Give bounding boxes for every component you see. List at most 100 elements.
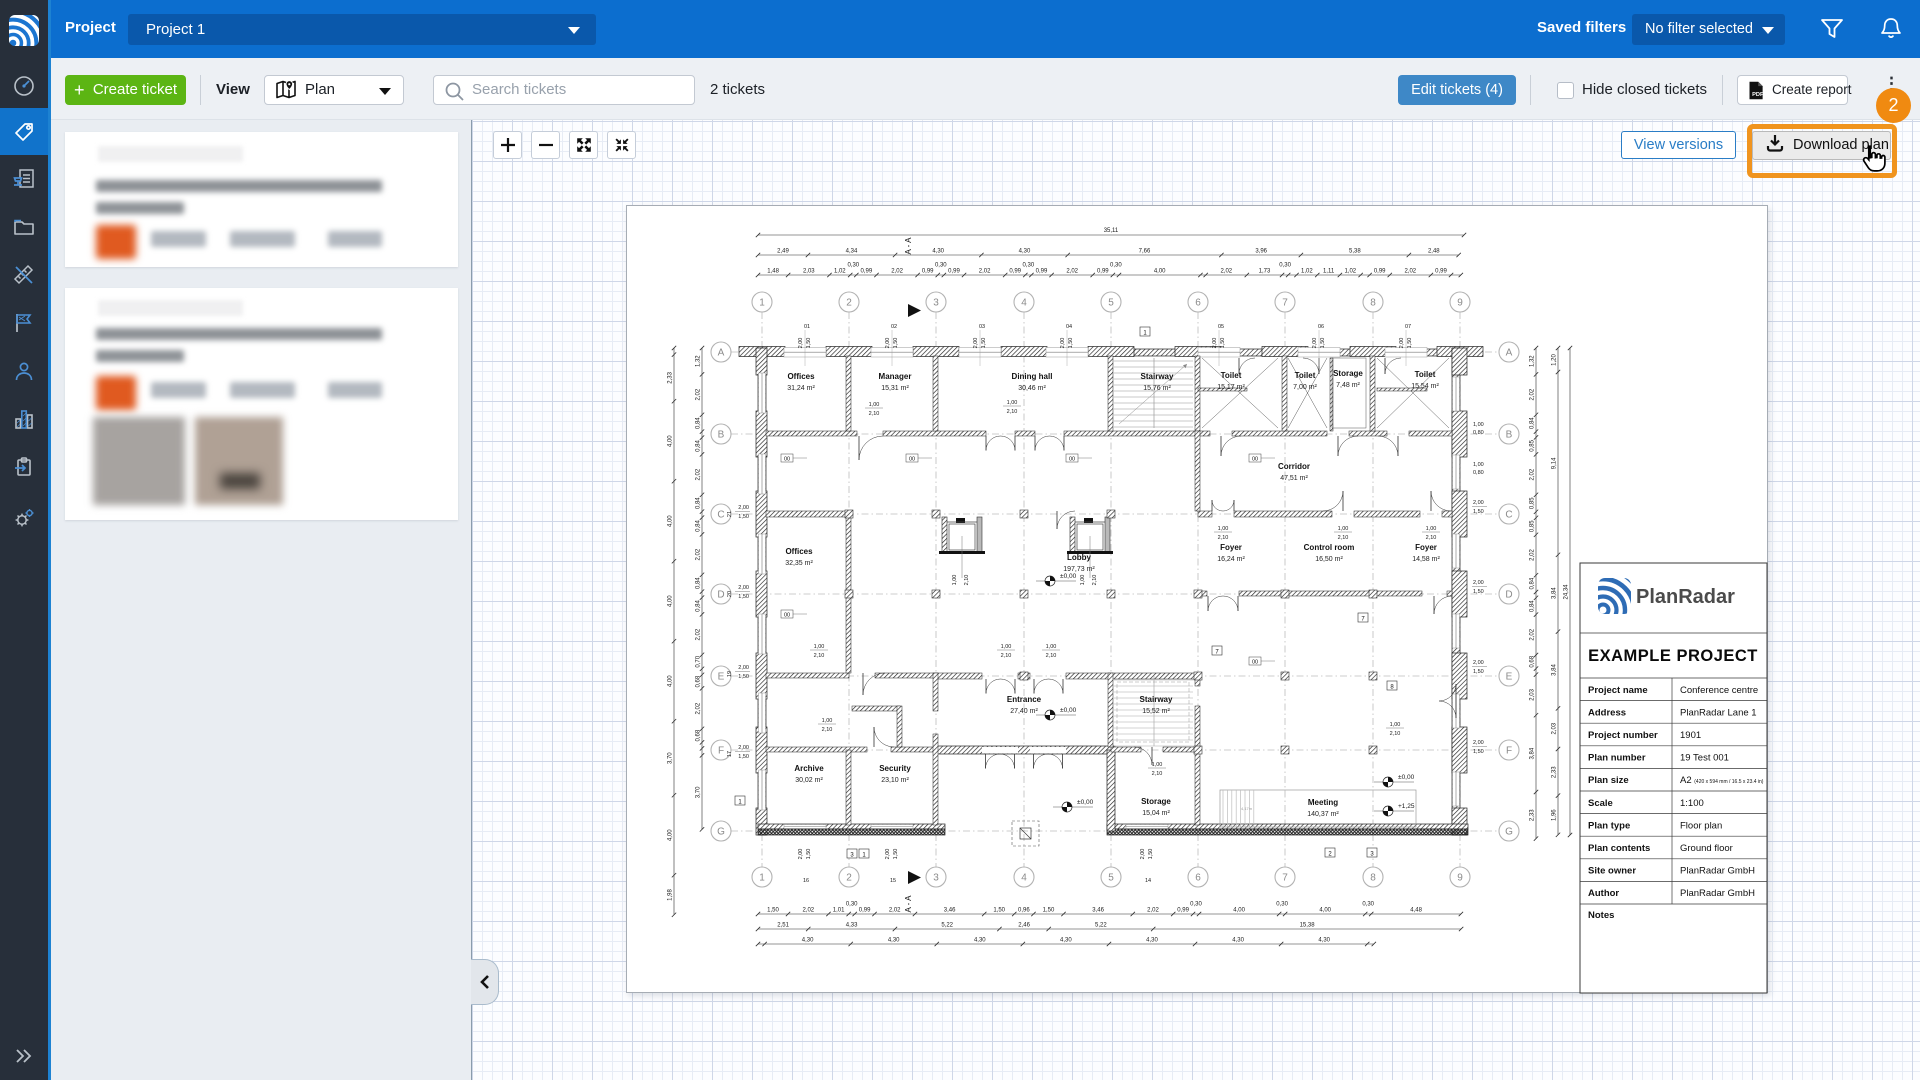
svg-text:5,22: 5,22: [1095, 923, 1107, 929]
svg-text:1,00: 1,00: [1080, 575, 1086, 586]
svg-text:1901: 1901: [1680, 730, 1701, 741]
svg-text:4,30: 4,30: [932, 249, 944, 255]
svg-text:5: 5: [1108, 297, 1114, 308]
svg-text:1,00: 1,00: [1046, 644, 1057, 650]
svg-text:1,50: 1,50: [1220, 338, 1226, 349]
svg-text:1,00: 1,00: [814, 644, 825, 650]
svg-text:1,50: 1,50: [1473, 589, 1484, 595]
svg-text:2,00: 2,00: [1399, 338, 1405, 349]
svg-text:4,30: 4,30: [1232, 938, 1244, 944]
svg-text:5,38: 5,38: [1349, 249, 1361, 255]
svg-text:±0,00: ±0,00: [1398, 774, 1415, 781]
svg-text:7: 7: [1282, 872, 1288, 883]
svg-text:0,30: 0,30: [935, 263, 947, 269]
svg-text:3,84: 3,84: [1530, 747, 1536, 759]
svg-text:3,96: 3,96: [1255, 249, 1267, 255]
svg-text:4,30: 4,30: [1060, 938, 1072, 944]
svg-text:0,30: 0,30: [1190, 902, 1202, 908]
svg-text:0,99: 0,99: [1009, 269, 1021, 275]
svg-text:1,32: 1,32: [1530, 355, 1536, 367]
svg-text:3,84: 3,84: [1552, 664, 1558, 676]
svg-text:2,02: 2,02: [696, 702, 702, 714]
svg-text:2,10: 2,10: [1152, 771, 1163, 777]
svg-text:2,03: 2,03: [1552, 722, 1558, 734]
svg-text:2,10: 2,10: [1218, 535, 1229, 541]
svg-text:A: A: [718, 347, 725, 358]
svg-text:0,30: 0,30: [1276, 902, 1288, 908]
svg-text:2,02: 2,02: [889, 908, 901, 914]
svg-text:1,00: 1,00: [952, 575, 958, 586]
svg-text:PlanRadar Lane 1: PlanRadar Lane 1: [1680, 707, 1757, 718]
svg-text:A - A: A - A: [904, 237, 913, 255]
svg-text:3: 3: [933, 297, 939, 308]
svg-text:1,96: 1,96: [1552, 809, 1558, 821]
svg-text:19: 19: [727, 671, 733, 677]
svg-text:17: 17: [727, 751, 733, 757]
svg-text:Floor plan: Floor plan: [1680, 820, 1722, 831]
svg-text:Security: Security: [879, 764, 911, 773]
svg-text:2,00: 2,00: [1473, 580, 1484, 586]
svg-text:0,68: 0,68: [696, 675, 702, 687]
svg-text:Entrance: Entrance: [1007, 695, 1042, 704]
svg-text:1,02: 1,02: [1344, 269, 1356, 275]
svg-text:0,30: 0,30: [847, 263, 859, 269]
svg-text:±0,00: ±0,00: [1060, 707, 1077, 714]
svg-text:2,10: 2,10: [1338, 535, 1349, 541]
svg-text:2,02: 2,02: [1530, 388, 1536, 400]
svg-text:3,46: 3,46: [1092, 908, 1104, 914]
svg-text:2,02: 2,02: [1066, 269, 1078, 275]
svg-text:±0,00: ±0,00: [1077, 799, 1094, 806]
svg-text:2,03: 2,03: [803, 269, 815, 275]
svg-text:06: 06: [1318, 324, 1324, 330]
svg-text:4,00: 4,00: [668, 515, 674, 527]
svg-text:0,99: 0,99: [1036, 269, 1048, 275]
svg-text:Toilet: Toilet: [1221, 371, 1242, 380]
svg-text:15,04 m²: 15,04 m²: [1142, 810, 1170, 817]
svg-text:2,02: 2,02: [891, 269, 903, 275]
svg-text:1,50: 1,50: [1473, 669, 1484, 675]
svg-text:1,00: 1,00: [869, 402, 880, 408]
svg-text:15: 15: [890, 878, 896, 884]
svg-text:1,00: 1,00: [822, 718, 833, 724]
svg-text:0,99: 0,99: [1374, 269, 1386, 275]
svg-text:7,66: 7,66: [1139, 249, 1151, 255]
svg-text:9: 9: [1457, 872, 1463, 883]
svg-text:32,35 m²: 32,35 m²: [785, 560, 813, 567]
svg-text:PlanRadar GmbH: PlanRadar GmbH: [1680, 888, 1755, 899]
svg-text:Author: Author: [1588, 888, 1619, 899]
svg-text:0,84: 0,84: [1530, 600, 1536, 612]
svg-text:2,10: 2,10: [1426, 535, 1437, 541]
svg-text:D: D: [717, 589, 724, 600]
svg-text:2: 2: [846, 872, 852, 883]
svg-text:15,54 m²: 15,54 m²: [1411, 383, 1439, 390]
svg-text:4,30: 4,30: [888, 938, 900, 944]
svg-text:4,30: 4,30: [802, 938, 814, 944]
svg-text:Notes: Notes: [1588, 910, 1614, 921]
svg-text:1,20: 1,20: [1552, 354, 1558, 366]
svg-text:9,14: 9,14: [1552, 457, 1558, 469]
svg-text:2,02: 2,02: [1530, 468, 1536, 480]
svg-text:1,73: 1,73: [1259, 269, 1271, 275]
svg-text:5,22: 5,22: [941, 923, 953, 929]
svg-text:G: G: [1505, 826, 1513, 837]
svg-text:3,70: 3,70: [668, 752, 674, 764]
svg-text:1,50: 1,50: [738, 514, 749, 520]
svg-text:1,50: 1,50: [1407, 338, 1413, 349]
svg-text:7,00 m²: 7,00 m²: [1293, 384, 1317, 391]
svg-text:4: 4: [1021, 297, 1027, 308]
svg-text:2,00: 2,00: [1312, 338, 1318, 349]
svg-text:2,00: 2,00: [1473, 740, 1484, 746]
svg-text:±0,00: ±0,00: [1060, 573, 1077, 580]
svg-text:4,30: 4,30: [974, 938, 986, 944]
svg-text:24,34: 24,34: [1564, 584, 1570, 600]
svg-text:8: 8: [1370, 297, 1376, 308]
svg-text:0,99: 0,99: [948, 269, 960, 275]
svg-text:00: 00: [1069, 457, 1075, 463]
svg-text:1,50: 1,50: [1148, 849, 1154, 860]
svg-text:6: 6: [1195, 872, 1201, 883]
svg-text:0,84: 0,84: [696, 520, 702, 532]
svg-text:16,50 m²: 16,50 m²: [1315, 556, 1343, 563]
svg-text:197,73 m²: 197,73 m²: [1063, 566, 1095, 573]
svg-text:Project number: Project number: [1588, 730, 1658, 741]
svg-text:4,00: 4,00: [1154, 269, 1166, 275]
